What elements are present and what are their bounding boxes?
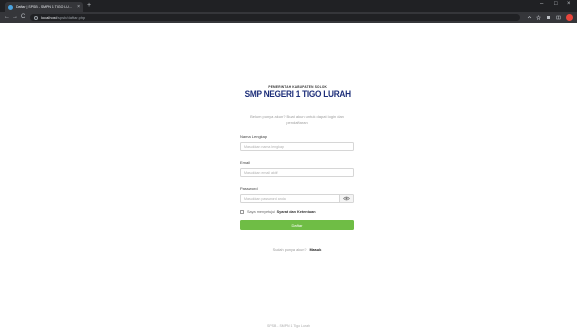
url-host: localhost — [41, 15, 57, 20]
terms-link[interactable]: Syarat dan Ketentuan — [277, 210, 316, 214]
footer-text: SPSB - SMPN 1 Tigo Lurah — [267, 324, 310, 328]
share-icon[interactable] — [527, 15, 532, 20]
favicon-icon — [8, 4, 13, 10]
browser-window: Daftar | SPSB - SMPN 1 TIGO LU... × + – … — [0, 0, 577, 336]
page-content: PEMERINTAH KABUPATEN SOLOK SMP NEGERI 1 … — [0, 23, 577, 336]
minimize-button[interactable]: – — [540, 1, 543, 7]
register-card: PEMERINTAH KABUPATEN SOLOK SMP NEGERI 1 … — [240, 80, 354, 252]
browser-tab[interactable]: Daftar | SPSB - SMPN 1 TIGO LU... × — [5, 2, 83, 12]
full-name-label: Nama Lengkap — [240, 134, 268, 139]
bookmark-star-icon[interactable] — [536, 15, 541, 20]
email-label: Email — [240, 160, 251, 165]
password-row: Masukkan password anda — [240, 194, 354, 203]
eye-icon — [343, 196, 350, 201]
login-link[interactable]: Masuk — [310, 248, 322, 252]
login-prompt: Sudah punya akun? — [272, 248, 307, 252]
site-info-icon[interactable] — [34, 15, 38, 20]
terms-text: Saya menyetujui — [247, 210, 276, 214]
terms-row: Saya menyetujui Syarat dan Ketentuan — [240, 210, 354, 214]
maximize-button[interactable]: □ — [554, 1, 558, 7]
email-input[interactable]: Masukkan email aktif — [240, 168, 354, 177]
sidepanel-icon[interactable] — [556, 15, 561, 20]
intro-text: Belum punya akun? Buat akun untuk dapat … — [250, 114, 344, 125]
reload-button[interactable]: C — [21, 14, 25, 20]
full-name-input[interactable]: Masukkan nama lengkap — [240, 142, 354, 151]
tab-title: Daftar | SPSB - SMPN 1 TIGO LU... — [16, 5, 72, 9]
url-path: /spsb/daftar.php — [56, 15, 86, 20]
password-input[interactable]: Masukkan password anda — [240, 194, 340, 203]
back-button[interactable]: ← — [4, 14, 10, 20]
tab-close-icon[interactable]: × — [77, 4, 80, 10]
address-bar[interactable]: localhost /spsb/daftar.php — [30, 14, 520, 21]
register-button[interactable]: Daftar — [240, 220, 354, 230]
school-name: SMP NEGERI 1 TIGO LURAH — [244, 89, 351, 99]
title-bar: Daftar | SPSB - SMPN 1 TIGO LU... × + – … — [0, 0, 577, 12]
forward-button[interactable]: → — [12, 14, 18, 20]
terms-checkbox[interactable] — [240, 210, 244, 214]
close-window-button[interactable]: × — [567, 1, 571, 7]
extensions-icon[interactable] — [546, 15, 551, 20]
school-title: PEMERINTAH KABUPATEN SOLOK SMP NEGERI 1 … — [240, 85, 355, 99]
browser-toolbar: ← → C localhost /spsb/daftar.php — [0, 12, 577, 23]
show-password-button[interactable] — [340, 194, 354, 203]
new-tab-button[interactable]: + — [87, 2, 91, 9]
password-label: Password — [240, 186, 258, 191]
profile-avatar[interactable] — [566, 14, 573, 21]
login-prompt-row: Sudah punya akun? Masuk — [240, 248, 354, 252]
school-header: PEMERINTAH KABUPATEN SOLOK SMP NEGERI 1 … — [240, 80, 354, 104]
